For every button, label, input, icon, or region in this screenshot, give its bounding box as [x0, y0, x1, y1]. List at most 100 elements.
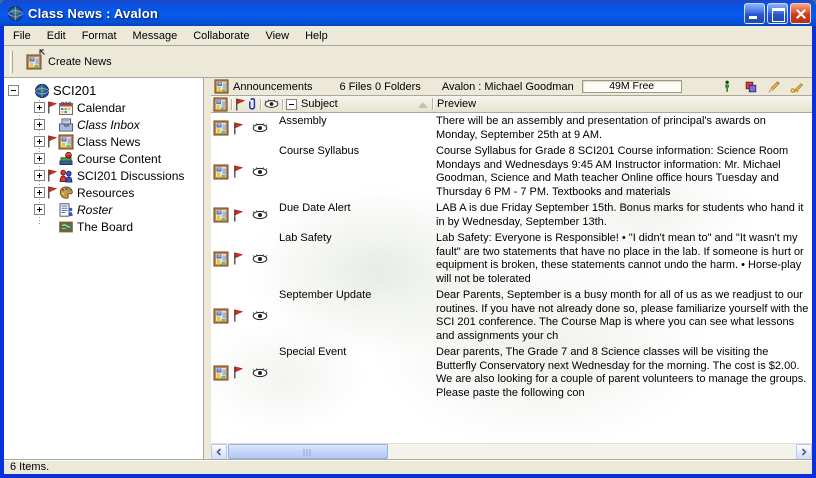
- tree-item-sci201[interactable]: SCI201: [6, 82, 203, 99]
- tree-item-label: Class News: [77, 135, 140, 149]
- bulletin-board-icon: [26, 54, 42, 70]
- folder-tree: SCI201 Calendar Class Inbox: [4, 78, 204, 459]
- scroll-right-button[interactable]: [796, 444, 812, 460]
- scrollbar-track[interactable]: [227, 444, 796, 459]
- sort-ascending-icon[interactable]: [418, 102, 428, 108]
- expand-toggle-icon[interactable]: [34, 187, 45, 198]
- subject-column-header[interactable]: Subject: [301, 98, 338, 110]
- tree-item-class-inbox[interactable]: Class Inbox: [34, 116, 203, 133]
- expand-toggle-icon[interactable]: [34, 119, 45, 130]
- scrollbar-thumb[interactable]: [228, 444, 388, 459]
- preview-column-header[interactable]: Preview: [437, 98, 476, 110]
- pencil-key-icon[interactable]: [790, 80, 804, 94]
- message-subject: Course Syllabus: [279, 143, 436, 200]
- maximize-button[interactable]: [767, 3, 788, 24]
- chevron-left-icon: [215, 448, 223, 456]
- message-preview: Dear parents, The Grade 7 and 8 Science …: [436, 344, 812, 401]
- person-icon[interactable]: [721, 80, 735, 94]
- menu-edit[interactable]: Edit: [39, 27, 74, 45]
- inbox-icon: [58, 117, 74, 133]
- eye-icon: [252, 167, 268, 177]
- main-area: SCI201 Calendar Class Inbox: [4, 78, 812, 459]
- eye-icon: [252, 123, 268, 133]
- horizontal-scrollbar[interactable]: [211, 443, 812, 459]
- eye-column-icon[interactable]: [264, 99, 279, 109]
- menu-file[interactable]: File: [5, 27, 39, 45]
- tree-item-sci201-discussions[interactable]: SCI201 Discussions: [34, 167, 203, 184]
- message-preview: LAB A is due Friday September 15th. Bonu…: [436, 200, 812, 230]
- create-news-button[interactable]: Create News: [19, 51, 119, 73]
- message-preview: There will be an assembly and presentati…: [436, 113, 812, 143]
- expand-toggle-icon[interactable]: [34, 170, 45, 181]
- tree-children: Calendar Class Inbox Class News: [6, 99, 203, 235]
- message-preview: Course Syllabus for Grade 8 SCI201 Cours…: [436, 143, 812, 200]
- message-row[interactable]: Course Syllabus Course Syllabus for Grad…: [211, 143, 812, 200]
- storage-free-indicator: 49M Free: [582, 80, 682, 93]
- panel-header: Announcements 6 Files 0 Folders Avalon :…: [211, 78, 812, 96]
- collapse-toggle-icon[interactable]: [8, 85, 19, 96]
- menu-format[interactable]: Format: [74, 27, 125, 45]
- item-type-column-icon[interactable]: [213, 97, 228, 112]
- message-panel: Announcements 6 Files 0 Folders Avalon :…: [211, 78, 812, 459]
- message-subject: Assembly: [279, 113, 436, 143]
- tree-item-resources[interactable]: Resources: [34, 184, 203, 201]
- close-button[interactable]: [790, 3, 811, 24]
- message-row[interactable]: September Update Dear Parents, September…: [211, 287, 812, 344]
- chevron-right-icon: [800, 448, 808, 456]
- menu-view[interactable]: View: [257, 27, 297, 45]
- toolbar-gripper[interactable]: [10, 51, 13, 73]
- bulletin-board-icon: [213, 308, 229, 324]
- expand-toggle-icon[interactable]: [34, 136, 45, 147]
- menu-help[interactable]: Help: [297, 27, 336, 45]
- bulletin-board-icon: [213, 251, 229, 267]
- tree-item-class-news[interactable]: Class News: [34, 133, 203, 150]
- bulletin-board-icon: [213, 120, 229, 136]
- palette-icon: [58, 185, 74, 201]
- message-row[interactable]: Special Event Dear parents, The Grade 7 …: [211, 344, 812, 401]
- window-title: Class News : Avalon: [28, 6, 744, 21]
- scroll-left-button[interactable]: [211, 444, 227, 460]
- tree-item-roster[interactable]: Roster: [34, 201, 203, 218]
- flag-icon: [233, 252, 243, 265]
- chalkboard-icon: [58, 219, 74, 235]
- flag-column-icon[interactable]: [235, 98, 245, 111]
- message-row[interactable]: Assembly There will be an assembly and p…: [211, 113, 812, 143]
- pencil-icon[interactable]: [767, 80, 781, 94]
- expand-toggle-icon[interactable]: [34, 102, 45, 113]
- eye-icon: [252, 254, 268, 264]
- flag-icon: [47, 169, 57, 182]
- create-news-label: Create News: [48, 56, 112, 68]
- panel-status-icons: [721, 80, 804, 94]
- expand-toggle-icon[interactable]: [34, 204, 45, 215]
- tree-item-label: SCI201 Discussions: [77, 169, 184, 183]
- menu-collaborate[interactable]: Collaborate: [185, 27, 257, 45]
- message-preview: Dear Parents, September is a busy month …: [436, 287, 812, 344]
- message-row[interactable]: Due Date Alert LAB A is due Friday Septe…: [211, 200, 812, 230]
- panel-title: Announcements: [233, 81, 313, 93]
- new-item-arrow-icon: [39, 49, 46, 56]
- attachment-column-icon[interactable]: [247, 97, 257, 111]
- tree-item-label: Course Content: [77, 152, 161, 166]
- message-preview: Lab Safety: Everyone is Responsible! • "…: [436, 230, 812, 287]
- bulletin-board-icon: [213, 207, 229, 223]
- app-globe-icon: [7, 5, 24, 22]
- title-bar[interactable]: Class News : Avalon: [0, 0, 816, 26]
- layers-icon[interactable]: [744, 80, 758, 94]
- tree-item-calendar[interactable]: Calendar: [34, 99, 203, 116]
- message-row[interactable]: Lab Safety Lab Safety: Everyone is Respo…: [211, 230, 812, 287]
- tree-item-label: Calendar: [77, 101, 126, 115]
- expand-toggle-icon[interactable]: [34, 153, 45, 164]
- collapse-all-icon[interactable]: [286, 99, 297, 110]
- eye-icon: [252, 210, 268, 220]
- menu-bar: File Edit Format Message Collaborate Vie…: [4, 26, 812, 46]
- menu-message[interactable]: Message: [125, 27, 186, 45]
- files-folders-count: 6 Files 0 Folders: [340, 81, 421, 93]
- flag-icon: [47, 101, 57, 114]
- tree-item-label: SCI201: [53, 83, 96, 98]
- column-resize-handle[interactable]: [432, 98, 433, 110]
- tree-item-course-content[interactable]: Course Content: [34, 150, 203, 167]
- app-window: Class News : Avalon File Edit Format Mes…: [0, 0, 816, 478]
- minimize-button[interactable]: [744, 3, 765, 24]
- panel-splitter[interactable]: [204, 78, 211, 459]
- tree-item-the-board[interactable]: The Board: [34, 218, 203, 235]
